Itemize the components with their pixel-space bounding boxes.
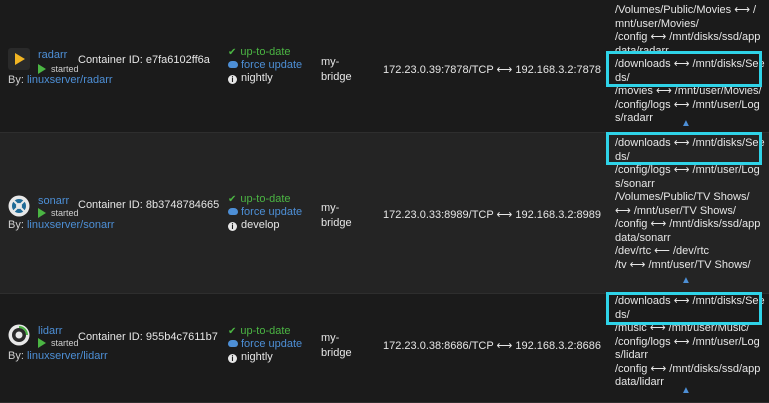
port-mapping: 172.23.0.38:8686/TCP ⟷ 192.168.3.2:8686	[383, 340, 602, 352]
by-prefix: By:	[8, 74, 24, 86]
force-update-link[interactable]: force update	[228, 338, 302, 351]
downloads-highlight-box	[606, 292, 762, 325]
by-prefix: By:	[8, 219, 24, 231]
up-to-date-status: up-to-date	[228, 193, 302, 206]
container-id: Container ID: e7fa6102ff6a	[78, 54, 210, 66]
info-icon: i	[228, 354, 237, 363]
started-play-icon	[38, 208, 46, 218]
state-label: started	[51, 64, 79, 74]
started-play-icon	[38, 338, 46, 348]
container-row-lidarr: lidarr started By: linuxserver/lidarr Co…	[0, 292, 769, 403]
downloads-highlight-box	[606, 51, 762, 87]
force-update-label: force update	[241, 206, 303, 218]
volume-mapping: /dev/rtc ⟵ /dev/rtc	[615, 245, 710, 257]
tag-label: develop	[241, 219, 280, 231]
up-to-date-status: up-to-date	[228, 325, 302, 338]
downloads-highlight-box	[606, 132, 762, 165]
info-icon: i	[228, 75, 237, 84]
volume-mapping: /movies ⟷ /mnt/user/Movies/	[615, 85, 762, 97]
tag-label: nightly	[241, 351, 273, 363]
author-line: By: linuxserver/sonarr	[8, 219, 114, 231]
app-name-link[interactable]: sonarr	[38, 195, 69, 207]
sonarr-icon[interactable]	[8, 195, 30, 217]
state-label: started	[51, 338, 79, 348]
app-name-link[interactable]: radarr	[38, 49, 67, 61]
update-status-block: up-to-date force update i nightly	[228, 325, 302, 364]
author-link[interactable]: linuxserver/sonarr	[27, 219, 114, 231]
up-to-date-status: up-to-date	[228, 46, 302, 59]
author-line: By: linuxserver/lidarr	[8, 350, 108, 362]
collapse-chevron-icon[interactable]: ▲	[681, 275, 691, 286]
collapse-chevron-icon[interactable]: ▲	[681, 118, 691, 129]
container-row-sonarr: sonarr started By: linuxserver/sonarr Co…	[0, 132, 769, 294]
version-tag: i develop	[228, 219, 302, 232]
port-mapping: 172.23.0.39:7878/TCP ⟷ 192.168.3.2:7878	[383, 64, 602, 76]
network-name: my-bridge	[321, 332, 352, 359]
force-update-label: force update	[241, 59, 303, 71]
cloud-download-icon	[228, 340, 238, 347]
update-status-block: up-to-date force update i develop	[228, 193, 302, 232]
version-tag: i nightly	[228, 351, 302, 364]
cloud-download-icon	[228, 208, 238, 215]
container-row-radarr: radarr started By: linuxserver/radarr Co…	[0, 0, 769, 133]
force-update-link[interactable]: force update	[228, 206, 302, 219]
force-update-link[interactable]: force update	[228, 59, 302, 72]
network-name: my-bridge	[321, 56, 352, 83]
info-icon: i	[228, 222, 237, 231]
tag-label: nightly	[241, 72, 273, 84]
radarr-play-icon[interactable]	[8, 48, 30, 70]
force-update-label: force update	[241, 338, 303, 350]
volume-mapping: /tv ⟷ /mnt/user/TV Shows/	[615, 258, 751, 271]
author-line: By: linuxserver/radarr	[8, 74, 113, 86]
update-status-block: up-to-date force update i nightly	[228, 46, 302, 85]
app-name-link[interactable]: lidarr	[38, 325, 62, 337]
volume-mapping: /Volumes/Public/Movies ⟷ /mnt/user/Movie…	[615, 4, 757, 30]
collapse-chevron-icon[interactable]: ▲	[681, 385, 691, 396]
volume-mapping: /config ⟷ /mnt/disks/ssd/appdata/sonarr	[615, 218, 761, 244]
volume-mapping: /config/logs ⟷ /mnt/user/Logs/sonarr	[615, 164, 760, 190]
started-play-icon	[38, 64, 46, 74]
container-id: Container ID: 8b3748784665	[78, 199, 220, 211]
volume-mapping: /Volumes/Public/TV Shows/ ⟷ /mnt/user/TV…	[615, 191, 750, 217]
version-tag: i nightly	[228, 72, 302, 85]
lidarr-icon[interactable]	[8, 324, 30, 346]
network-name: my-bridge	[321, 202, 352, 229]
volume-mapping: /config/logs ⟷ /mnt/user/Logs/lidarr	[615, 335, 760, 362]
author-link[interactable]: linuxserver/lidarr	[27, 350, 108, 362]
port-mapping: 172.23.0.33:8989/TCP ⟷ 192.168.3.2:8989	[383, 209, 602, 221]
cloud-download-icon	[228, 61, 238, 68]
container-id: Container ID: 955b4c7611b7	[78, 331, 218, 343]
state-label: started	[51, 208, 79, 218]
by-prefix: By:	[8, 350, 24, 362]
author-link[interactable]: linuxserver/radarr	[27, 74, 113, 86]
